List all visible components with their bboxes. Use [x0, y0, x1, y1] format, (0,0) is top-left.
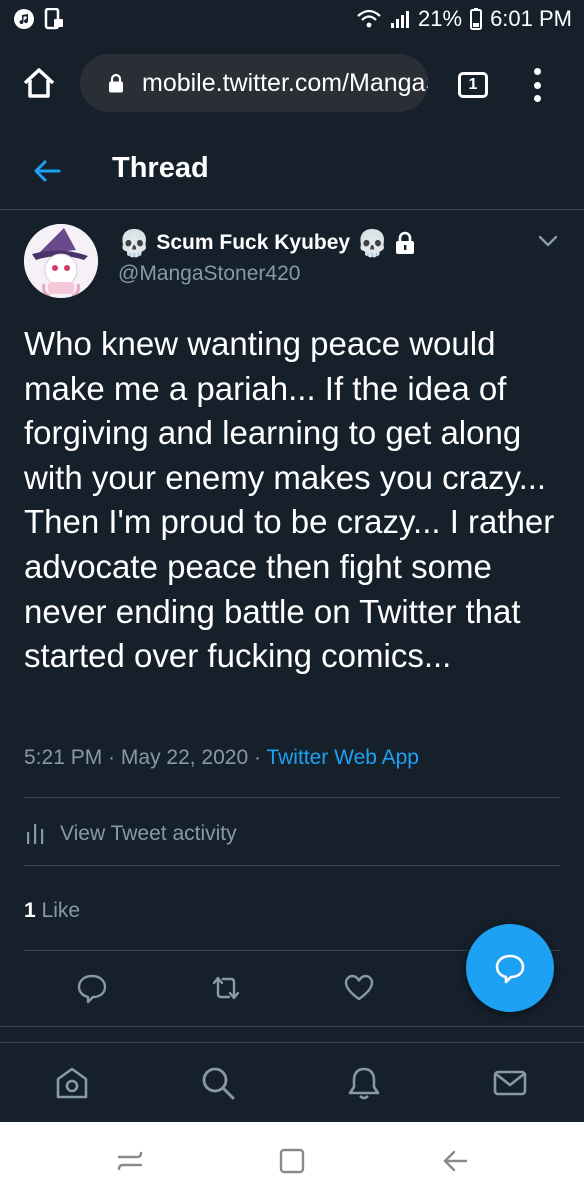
home-button-icon[interactable] — [277, 1146, 307, 1176]
lock-icon — [109, 73, 123, 93]
thread-header: Thread — [0, 130, 584, 210]
reply-icon[interactable] — [76, 972, 108, 1004]
analytics-icon — [27, 824, 44, 844]
browser-toolbar: mobile.twitter.com/MangaStoner420/status… — [0, 44, 584, 122]
likes-count[interactable]: 1 Like — [24, 899, 80, 923]
meta-separator: · — [102, 746, 121, 769]
url-text: mobile.twitter.com/MangaStoner420/status — [142, 68, 428, 97]
tweet-meta: 5:21 PM · May 22, 2020 · Twitter Web App — [24, 746, 419, 770]
author-handle[interactable]: @MangaStoner420 — [118, 262, 300, 286]
tweet-source-link[interactable]: Twitter Web App — [266, 746, 419, 769]
like-number: 1 — [24, 899, 36, 922]
page-title: Thread — [112, 152, 209, 184]
retweet-icon[interactable] — [210, 972, 242, 1004]
home-icon[interactable] — [20, 64, 58, 102]
home-nav-icon[interactable] — [54, 1065, 90, 1101]
display-name: Scum Fuck Kyubey — [156, 231, 351, 254]
address-bar[interactable]: mobile.twitter.com/MangaStoner420/status — [80, 54, 428, 112]
divider — [24, 865, 560, 866]
clock: 6:01 PM — [490, 6, 572, 31]
battery-icon — [470, 8, 483, 30]
view-tweet-activity-button[interactable]: View Tweet activity — [24, 822, 237, 846]
recent-apps-icon[interactable] — [115, 1146, 145, 1176]
system-navigation-bar — [0, 1122, 584, 1200]
search-nav-icon[interactable] — [200, 1065, 236, 1101]
battery-percent: 21% — [418, 6, 463, 31]
chevron-down-icon[interactable] — [536, 232, 560, 250]
tweet-text: Who knew wanting peace would make me a p… — [24, 325, 555, 675]
back-arrow-icon[interactable] — [32, 156, 62, 186]
notifications-nav-icon[interactable] — [346, 1065, 382, 1101]
back-button-icon[interactable] — [440, 1146, 470, 1176]
more-options-icon[interactable] — [532, 68, 542, 102]
author-name-row[interactable]: 💀 Scum Fuck Kyubey 💀 — [118, 230, 416, 256]
avatar[interactable] — [24, 224, 98, 298]
activity-label: View Tweet activity — [60, 822, 237, 845]
music-notification-icon — [14, 9, 34, 29]
meta-separator: · — [248, 746, 267, 769]
skull-emoji-icon: 💀 — [118, 228, 151, 258]
tweet-time[interactable]: 5:21 PM — [24, 746, 102, 769]
status-bar: 21% 6:01 PM — [0, 0, 584, 38]
divider — [24, 797, 560, 798]
compose-reply-button[interactable] — [466, 924, 554, 1012]
bottom-navigation — [0, 1042, 584, 1122]
reply-bubble-icon — [495, 954, 525, 984]
tab-switcher-button[interactable]: 1 — [458, 72, 488, 98]
phone-lock-icon — [44, 8, 63, 30]
protected-lock-icon — [396, 231, 415, 254]
signal-icon — [391, 11, 410, 28]
tab-count: 1 — [468, 76, 478, 93]
tweet-date[interactable]: May 22, 2020 — [121, 746, 248, 769]
wifi-icon — [357, 9, 381, 28]
messages-nav-icon[interactable] — [492, 1065, 528, 1101]
like-label: Like — [41, 899, 81, 922]
skull-emoji-icon: 💀 — [356, 228, 389, 258]
heart-icon[interactable] — [343, 972, 375, 1004]
